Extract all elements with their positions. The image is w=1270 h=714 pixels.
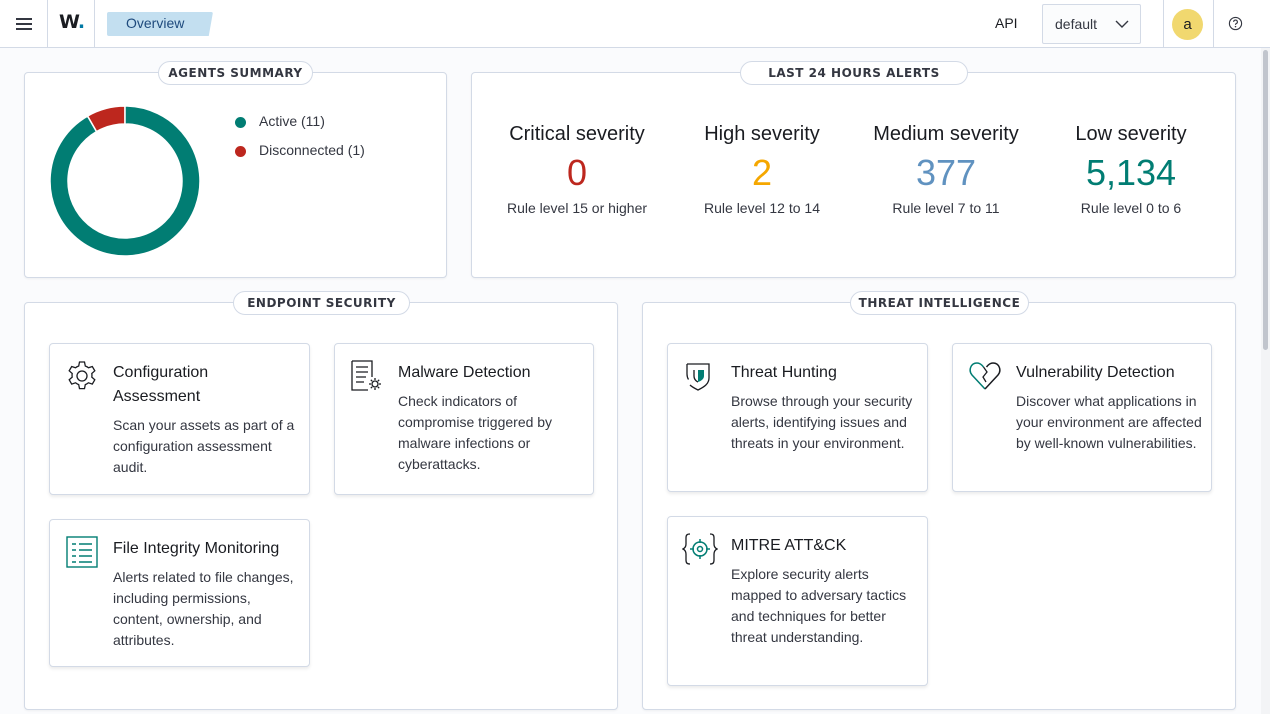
scrollbar-thumb[interactable] <box>1263 50 1268 350</box>
legend-dot-disconnected <box>235 146 246 157</box>
alert-critical-desc: Rule level 15 or higher <box>506 200 648 216</box>
user-avatar[interactable]: a <box>1172 9 1203 40</box>
alert-critical-count[interactable]: 0 <box>487 152 667 194</box>
alert-low: Low severity 5,134 Rule level 0 to 6 <box>1041 123 1221 216</box>
menu-icon[interactable] <box>10 10 38 38</box>
alert-medium-desc: Rule level 7 to 11 <box>892 200 1000 216</box>
legend-dot-active <box>235 117 246 128</box>
card-title: Threat Hunting <box>731 364 837 381</box>
header-divider <box>1163 0 1164 48</box>
list-icon <box>66 536 98 568</box>
card-configuration-assessment[interactable]: Configuration Assessment Scan your asset… <box>49 343 310 495</box>
card-title: Malware Detection <box>398 364 531 381</box>
alert-high: High severity 2 Rule level 12 to 14 <box>672 123 852 216</box>
alert-high-desc: Rule level 12 to 14 <box>704 200 820 216</box>
threat-intelligence-panel: Threat Hunting Browse through your secur… <box>642 302 1236 710</box>
alert-low-title: Low severity <box>1075 123 1187 145</box>
card-file-integrity-monitoring[interactable]: File Integrity Monitoring Alerts related… <box>49 519 310 667</box>
agents-summary-panel: Active (11) Disconnected (1) <box>24 72 447 278</box>
alert-medium-title: Medium severity <box>873 123 1019 145</box>
card-description: Explore security alerts mapped to advers… <box>731 566 907 645</box>
endpoint-security-panel: Configuration Assessment Scan your asset… <box>24 302 618 710</box>
card-threat-hunting[interactable]: Threat Hunting Browse through your secur… <box>667 343 928 492</box>
card-description: Alerts related to file changes, includin… <box>113 569 294 648</box>
document-gear-icon <box>351 360 381 391</box>
alert-critical: Critical severity 0 Rule level 15 or hig… <box>487 123 667 216</box>
card-title: MITRE ATT&CK <box>731 537 847 554</box>
api-selector[interactable]: default <box>1042 4 1141 44</box>
alert-medium: Medium severity 377 Rule level 7 to 11 <box>856 123 1036 216</box>
api-selector-value: default <box>1055 16 1098 32</box>
breadcrumb-overview[interactable]: Overview <box>107 12 213 36</box>
card-mitre-attack[interactable]: MITRE ATT&CK Explore security alerts map… <box>667 516 928 686</box>
header-divider <box>94 0 95 48</box>
header-divider <box>47 0 48 48</box>
card-description: Browse through your security alerts, ide… <box>731 393 913 451</box>
app-logo[interactable]: W. <box>59 11 85 33</box>
donut-slice[interactable] <box>49 105 201 257</box>
card-title: Configuration Assessment <box>113 364 209 405</box>
chevron-down-icon <box>1115 20 1129 28</box>
gear-icon <box>68 361 96 390</box>
agents-summary-title: AGENTS SUMMARY <box>158 61 313 85</box>
threat-intelligence-title: THREAT INTELLIGENCE <box>850 291 1029 315</box>
legend-disconnected[interactable]: Disconnected (1) <box>259 142 365 158</box>
crosshair-icon <box>682 533 718 565</box>
broken-heart-icon <box>969 362 1001 390</box>
card-vulnerability-detection[interactable]: Vulnerability Detection Discover what ap… <box>952 343 1212 492</box>
alert-high-title: High severity <box>704 123 820 145</box>
card-title: File Integrity Monitoring <box>113 540 280 557</box>
header-divider <box>1213 0 1214 48</box>
card-description: Discover what applications in your envir… <box>1016 393 1202 451</box>
alert-medium-count[interactable]: 377 <box>856 152 1036 194</box>
card-malware-detection[interactable]: Malware Detection Check indicators of co… <box>334 343 594 495</box>
legend-active[interactable]: Active (11) <box>259 113 325 129</box>
alerts-panel: Critical severity 0 Rule level 15 or hig… <box>471 72 1236 278</box>
card-description: Check indicators of compromise triggered… <box>398 393 553 472</box>
alert-high-count[interactable]: 2 <box>672 152 852 194</box>
alert-critical-title: Critical severity <box>509 123 645 145</box>
alert-low-count[interactable]: 5,134 <box>1041 152 1221 194</box>
breadcrumb-label: Overview <box>126 15 185 31</box>
help-icon[interactable] <box>1228 16 1243 31</box>
endpoint-security-title: ENDPOINT SECURITY <box>233 291 410 315</box>
top-header: W. Overview API default a <box>0 0 1270 48</box>
page-scrollbar[interactable] <box>1261 48 1270 714</box>
shield-icon <box>686 363 710 391</box>
card-title: Vulnerability Detection <box>1016 364 1175 381</box>
card-description: Scan your assets as part of a configurat… <box>113 417 295 475</box>
agents-donut-chart <box>49 105 201 257</box>
alert-low-desc: Rule level 0 to 6 <box>1080 200 1182 216</box>
api-label: API <box>995 15 1018 31</box>
alerts-title: LAST 24 HOURS ALERTS <box>740 61 968 85</box>
